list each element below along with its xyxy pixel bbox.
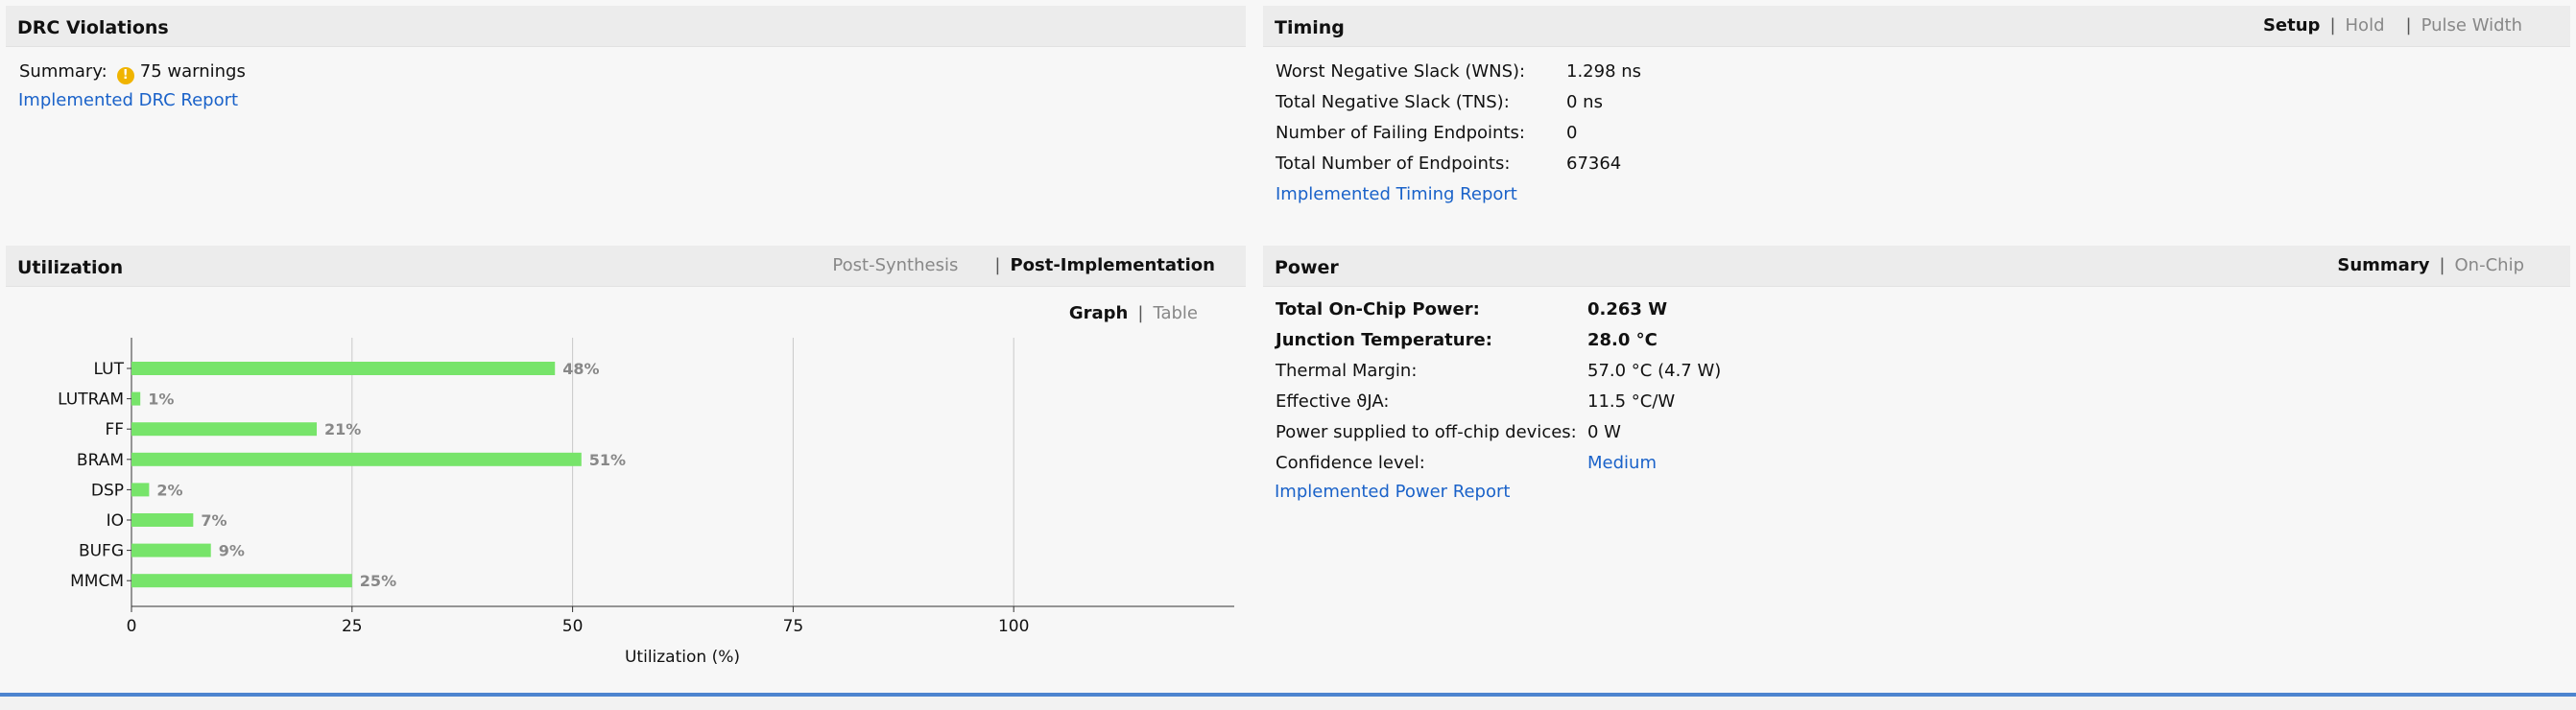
bar <box>131 422 318 437</box>
tab-hold[interactable]: Hold <box>2346 15 2385 36</box>
power-value: 57.0 °C (4.7 W) <box>1587 361 1722 381</box>
timing-panel-header: Timing Setup | Hold | Pulse Width <box>1263 6 2570 47</box>
category-label: BUFG <box>79 542 124 561</box>
power-label: Confidence level: <box>1276 453 1425 473</box>
bar-value-label: 2% <box>156 481 182 499</box>
accent-line <box>0 693 2576 697</box>
power-label: Thermal Margin: <box>1276 361 1418 381</box>
drc-panel-title: DRC Violations <box>17 17 169 38</box>
tab-on-chip[interactable]: On-Chip <box>2455 255 2524 275</box>
power-label: Power supplied to off-chip devices: <box>1276 422 1577 442</box>
utilization-panel: Utilization Post-Synthesis | Post-Implemen… <box>6 246 1246 687</box>
drc-summary-value: 75 warnings <box>139 61 246 82</box>
tab-pulse-width[interactable]: Pulse Width <box>2421 15 2522 36</box>
tab-summary[interactable]: Summary <box>2337 255 2429 275</box>
x-tick-label: 75 <box>783 617 804 636</box>
bar-value-label: 48% <box>562 360 599 378</box>
category-label: FF <box>105 420 124 439</box>
power-panel: Power Summary | On-Chip Total On-Chip Powe… <box>1263 246 2570 687</box>
utilization-chart: 0 25 50 75 100 Utilization (%) LUT 48% LUTRAM 1% F… <box>58 338 1234 667</box>
power-report-link[interactable]: Implemented Power Report <box>1275 482 1510 502</box>
tab-setup[interactable]: Setup <box>2263 15 2320 36</box>
bar <box>131 483 150 497</box>
bar <box>131 574 352 588</box>
bar-value-label: 21% <box>324 420 361 438</box>
power-value: 11.5 °C/W <box>1587 391 1676 412</box>
power-tabs: Summary | On-Chip <box>2337 255 2524 275</box>
timing-tabs: Setup | Hold | Pulse Width <box>2263 15 2522 36</box>
bar <box>131 452 582 466</box>
timing-label: Worst Negative Slack (WNS): <box>1276 61 1526 82</box>
x-tick-label: 100 <box>998 617 1029 636</box>
power-value: 0.263 W <box>1587 299 1668 320</box>
x-tick-label: 25 <box>342 617 363 636</box>
category-label: IO <box>107 511 124 531</box>
category-label: LUTRAM <box>58 390 124 410</box>
power-value: 0 W <box>1587 422 1621 442</box>
power-label: Effective ϑJA: <box>1276 391 1390 412</box>
timing-value: 67364 <box>1566 154 1622 174</box>
bar-value-label: 25% <box>360 572 396 590</box>
timing-label: Number of Failing Endpoints: <box>1276 123 1525 143</box>
category-label: LUT <box>94 360 125 379</box>
bar <box>131 543 211 557</box>
bar-value-label: 7% <box>201 511 227 530</box>
timing-label: Total Number of Endpoints: <box>1276 154 1511 174</box>
timing-panel: Timing Setup | Hold | Pulse Width Worst Nega… <box>1263 6 2570 232</box>
timing-label: Total Negative Slack (TNS): <box>1276 92 1510 112</box>
timing-value: 1.298 ns <box>1566 61 1642 82</box>
confidence-level-link[interactable]: Medium <box>1587 453 1657 473</box>
bar <box>131 362 556 375</box>
x-tick-label: 0 <box>127 617 137 636</box>
category-label: BRAM <box>77 451 124 470</box>
category-label: DSP <box>91 481 124 500</box>
bar <box>131 391 141 406</box>
power-value: 28.0 °C <box>1587 330 1658 350</box>
bar <box>131 513 194 527</box>
power-panel-title: Power <box>1275 257 1339 278</box>
plot-area <box>131 338 1234 606</box>
tab-separator: | <box>2329 15 2336 36</box>
tab-separator: | <box>2405 15 2412 36</box>
warning-icon: ! <box>116 67 134 84</box>
drc-panel: DRC Violations Summary:! 75 warnings Impl… <box>6 6 1246 232</box>
timing-value: 0 ns <box>1566 92 1603 112</box>
timing-value: 0 <box>1566 123 1578 143</box>
x-axis-label: Utilization (%) <box>625 648 740 667</box>
timing-panel-title: Timing <box>1275 17 1345 38</box>
tab-separator: | <box>2439 255 2445 275</box>
power-label: Junction Temperature: <box>1276 330 1492 350</box>
timing-report-link[interactable]: Implemented Timing Report <box>1276 184 1517 204</box>
power-panel-header: Power Summary | On-Chip <box>1263 246 2570 287</box>
drc-summary-label: Summary: <box>19 61 107 82</box>
bar-value-label: 1% <box>148 390 174 409</box>
category-label: MMCM <box>70 572 124 591</box>
bar-value-label: 9% <box>219 542 245 560</box>
drc-panel-header: DRC Violations <box>6 6 1246 47</box>
power-label: Total On-Chip Power: <box>1276 299 1480 320</box>
bar-value-label: 51% <box>589 451 626 469</box>
drc-summary-row: Summary:! 75 warnings <box>19 61 246 84</box>
x-tick-label: 50 <box>562 617 584 636</box>
drc-report-link[interactable]: Implemented DRC Report <box>18 90 238 110</box>
